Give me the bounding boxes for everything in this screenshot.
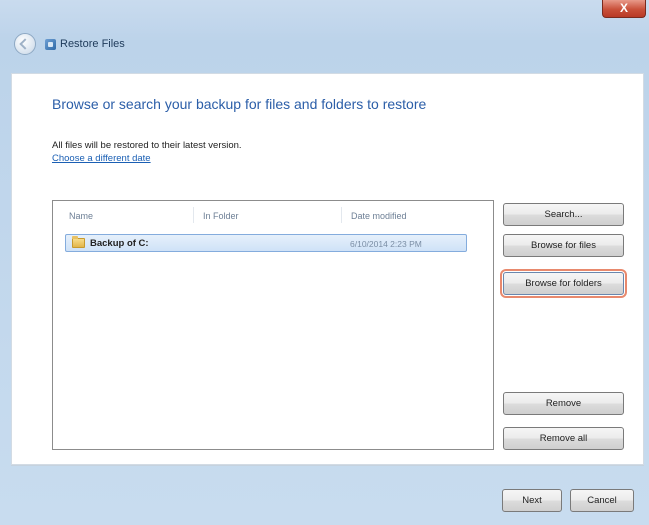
column-header-folder[interactable]: In Folder — [203, 211, 239, 221]
file-list[interactable]: Name In Folder Date modified Backup of C… — [52, 200, 494, 450]
restore-files-window: X Restore Files Browse or search your ba… — [0, 0, 649, 525]
remove-button[interactable]: Remove — [503, 392, 624, 415]
window-title: Restore Files — [60, 38, 125, 50]
page-heading: Browse or search your backup for files a… — [52, 96, 427, 112]
list-item-date: 6/10/2014 2:23 PM — [350, 239, 422, 249]
search-button[interactable]: Search... — [503, 203, 624, 226]
browse-files-button[interactable]: Browse for files — [503, 234, 624, 257]
list-item[interactable]: Backup of C: 6/10/2014 2:23 PM — [65, 234, 467, 252]
close-icon: X — [619, 1, 628, 15]
choose-date-link[interactable]: Choose a different date — [52, 153, 151, 164]
next-button[interactable]: Next — [502, 489, 562, 512]
browse-folders-button[interactable]: Browse for folders — [503, 272, 624, 295]
column-divider — [193, 207, 194, 223]
column-header-date[interactable]: Date modified — [351, 211, 407, 221]
folder-icon — [72, 236, 85, 248]
list-item-name: Backup of C: — [90, 238, 149, 249]
content-panel: Browse or search your backup for files a… — [11, 73, 644, 465]
cancel-button[interactable]: Cancel — [570, 489, 634, 512]
restore-files-icon — [45, 39, 56, 50]
back-button[interactable] — [14, 33, 36, 55]
restore-note: All files will be restored to their late… — [52, 140, 242, 151]
remove-all-button[interactable]: Remove all — [503, 427, 624, 450]
column-header-name[interactable]: Name — [69, 211, 93, 221]
footer-divider — [11, 465, 644, 466]
close-button[interactable]: X — [602, 0, 646, 18]
column-divider — [341, 207, 342, 223]
